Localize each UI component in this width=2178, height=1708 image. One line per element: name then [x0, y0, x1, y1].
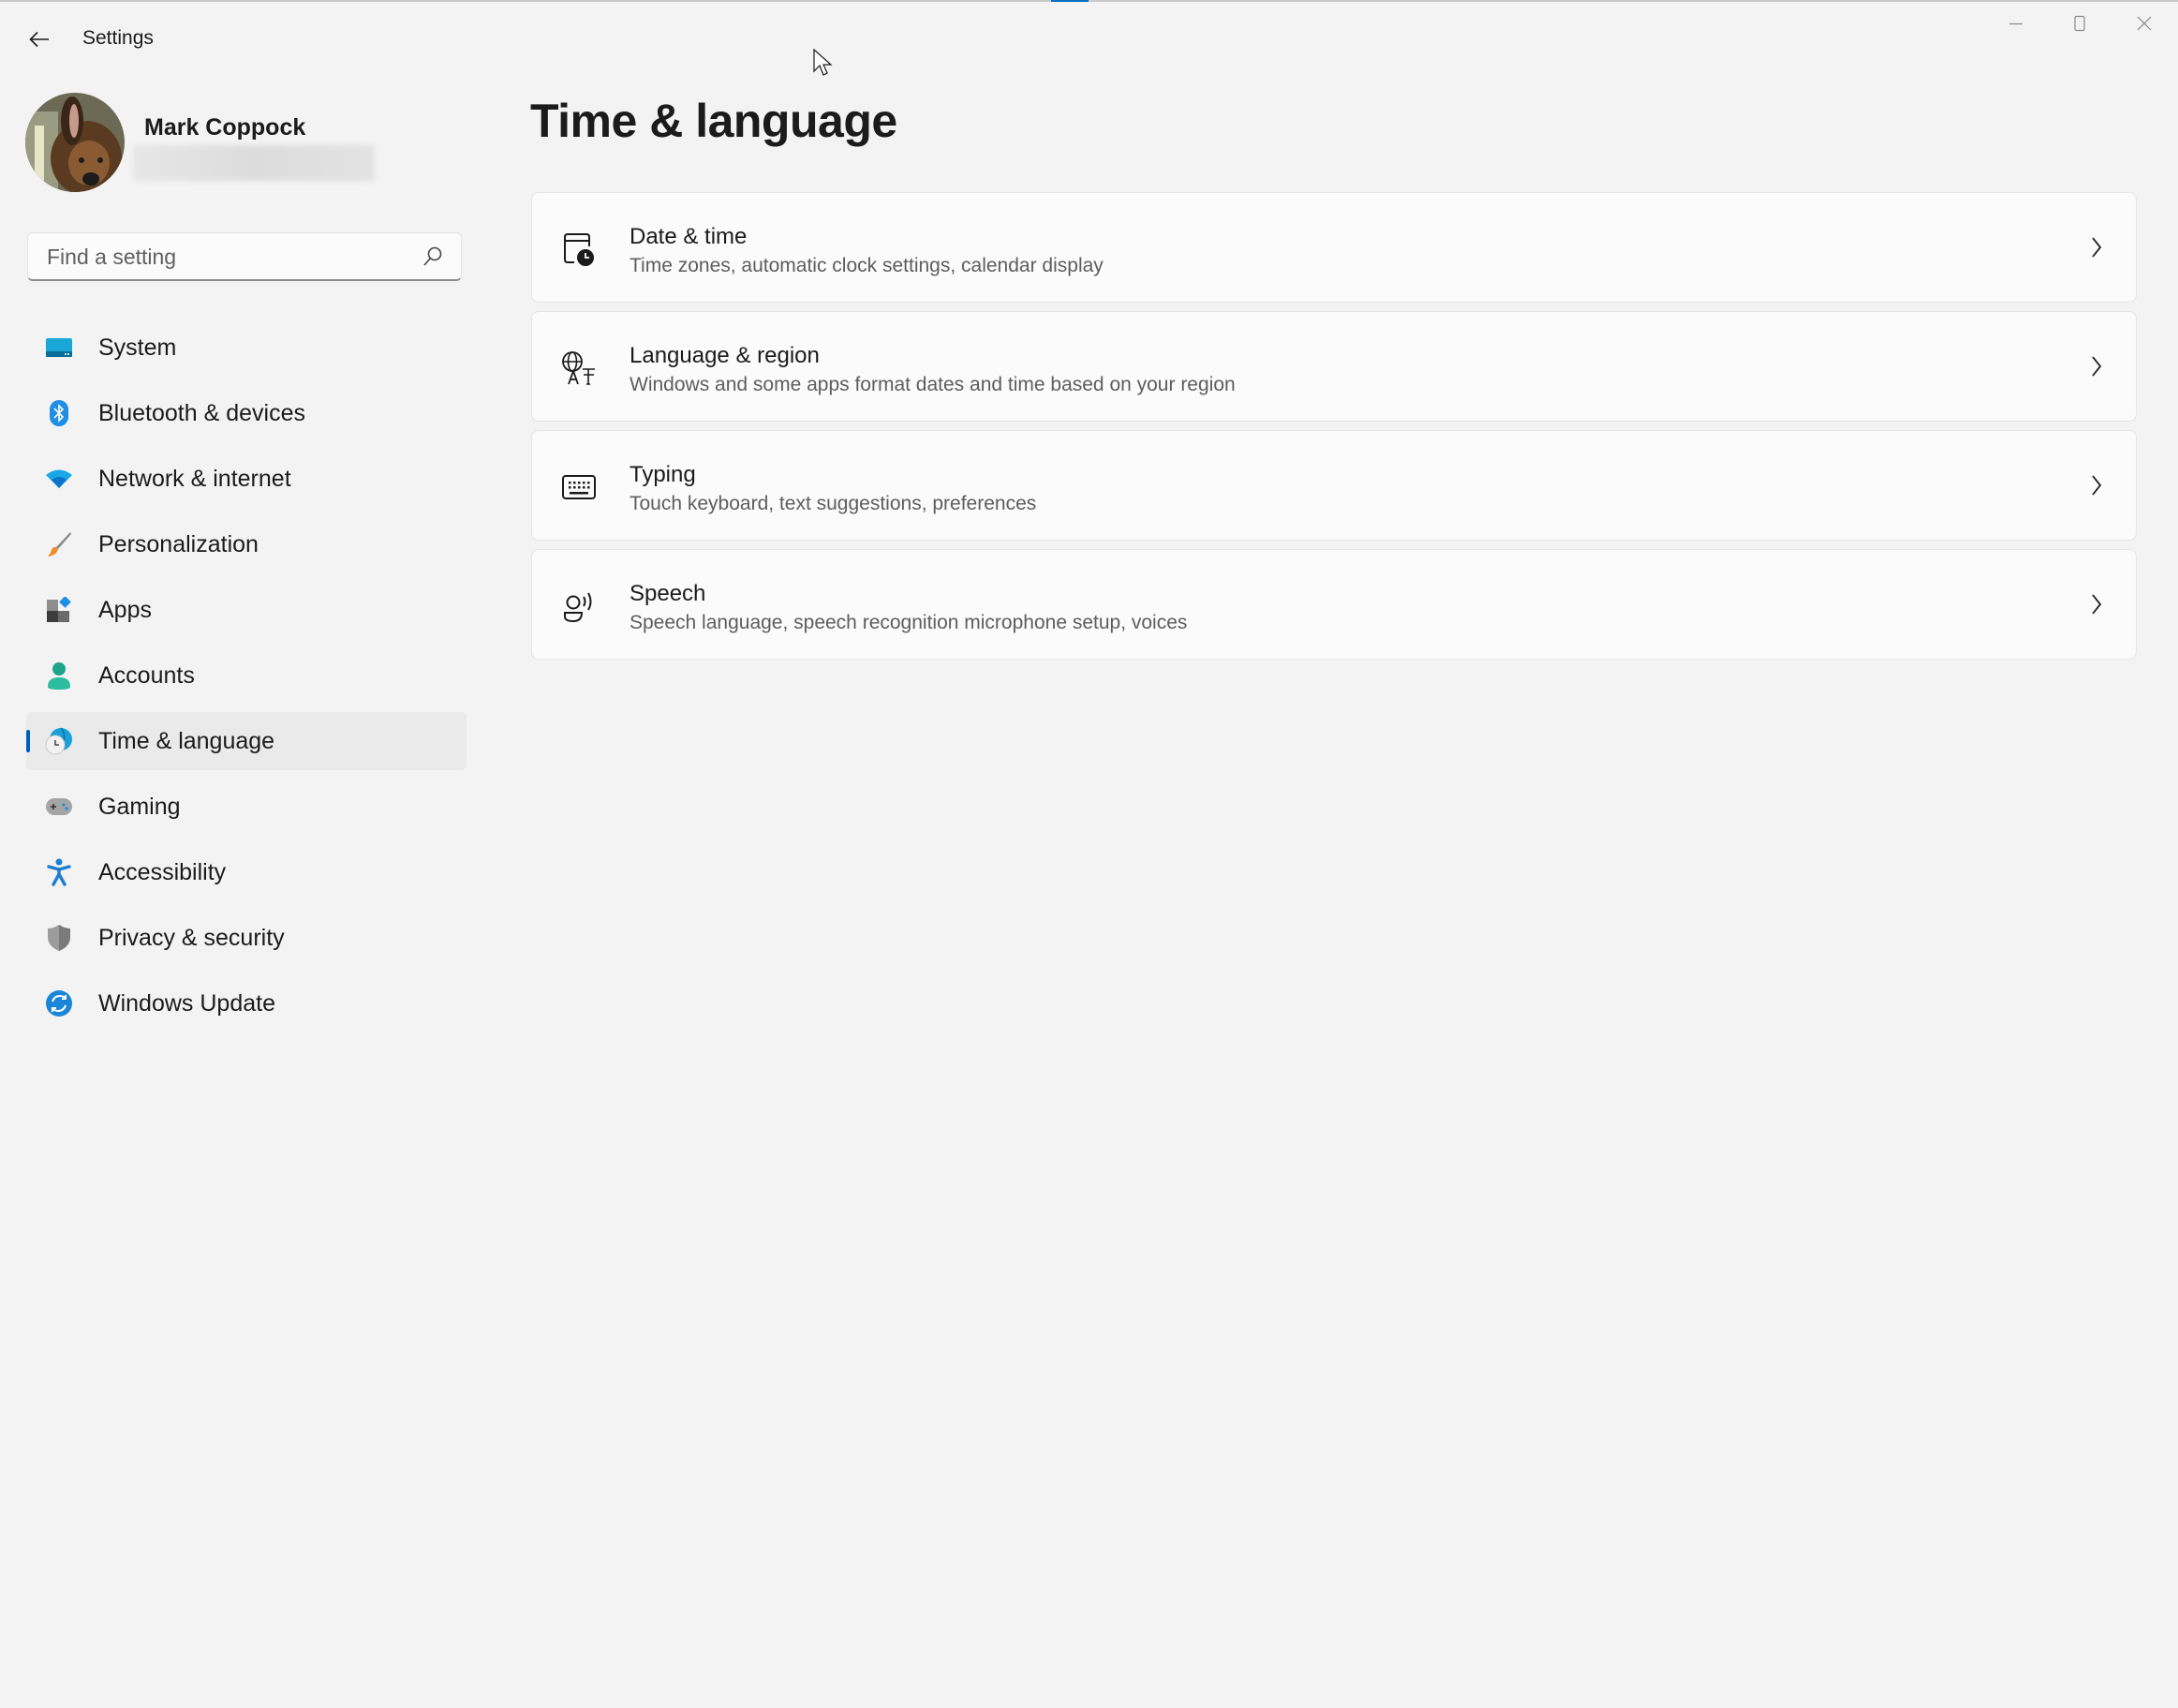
chevron-right-icon [2092, 237, 2102, 258]
card-speech[interactable]: Speech Speech language, speech recogniti… [531, 549, 2137, 660]
system-monitor-icon [45, 334, 73, 362]
person-icon [45, 661, 73, 690]
avatar-photo [25, 93, 125, 192]
sidebar-item-time-language[interactable]: Time & language [26, 712, 467, 770]
avatar[interactable] [25, 93, 125, 192]
sidebar-item-label: Accounts [98, 661, 195, 689]
apps-icon [45, 596, 73, 624]
card-title: Date & time [630, 224, 748, 249]
profile-email-redacted [133, 145, 375, 181]
selected-indicator [26, 730, 30, 752]
sidebar-item-label: Gaming [98, 793, 181, 820]
sidebar-item-windows-update[interactable]: Windows Update [26, 974, 467, 1032]
accessibility-icon [45, 858, 73, 886]
search-icon[interactable] [422, 245, 444, 268]
close-icon [2137, 16, 2152, 31]
language-icon [560, 349, 598, 387]
speech-icon [560, 587, 598, 625]
minimize-button[interactable] [1984, 4, 2048, 43]
update-icon [45, 989, 73, 1017]
page-title: Time & language [530, 95, 897, 147]
back-button[interactable] [21, 21, 58, 58]
card-date-time[interactable]: Date & time Time zones, automatic clock … [531, 192, 2137, 303]
search-input[interactable] [45, 233, 423, 280]
gamepad-icon [45, 793, 73, 821]
card-description: Speech language, speech recognition micr… [630, 612, 1188, 633]
sidebar-item-label: Personalization [98, 530, 259, 557]
sidebar-item-bluetooth[interactable]: Bluetooth & devices [26, 384, 467, 442]
card-description: Windows and some apps format dates and t… [630, 374, 1236, 395]
sidebar-item-label: Network & internet [98, 465, 291, 492]
sidebar-item-personalization[interactable]: Personalization [26, 515, 467, 573]
chevron-right-icon [2092, 475, 2102, 496]
sidebar-item-apps[interactable]: Apps [26, 581, 467, 639]
minimize-icon [2009, 22, 2022, 25]
bluetooth-icon [45, 399, 73, 427]
sidebar-item-label: Apps [98, 596, 152, 623]
profile-name: Mark Coppock [144, 114, 306, 141]
sidebar-item-accessibility[interactable]: Accessibility [26, 843, 467, 901]
card-description: Touch keyboard, text suggestions, prefer… [630, 493, 1037, 514]
sidebar-item-system[interactable]: System [26, 319, 467, 377]
maximize-button[interactable] [2048, 4, 2111, 43]
close-button[interactable] [2112, 4, 2176, 43]
search-box[interactable] [27, 232, 462, 281]
globe-clock-icon [45, 727, 73, 755]
app-title: Settings [82, 27, 154, 49]
mouse-cursor-icon [813, 49, 833, 76]
window-border [0, 0, 2178, 2]
card-language-region[interactable]: Language & region Windows and some apps … [531, 311, 2137, 422]
card-description: Time zones, automatic clock settings, ca… [630, 255, 1104, 276]
card-typing[interactable]: Typing Touch keyboard, text suggestions,… [531, 430, 2137, 541]
sidebar-item-label: Accessibility [98, 858, 227, 885]
sidebar-item-label: System [98, 334, 177, 361]
maximize-icon [2074, 15, 2085, 32]
chevron-right-icon [2092, 356, 2102, 377]
sidebar-item-label: Windows Update [98, 989, 275, 1017]
sidebar-item-privacy[interactable]: Privacy & security [26, 909, 467, 967]
shield-icon [45, 924, 73, 952]
paintbrush-icon [45, 530, 73, 558]
calendar-clock-icon [560, 230, 598, 268]
sidebar-item-label: Bluetooth & devices [98, 399, 305, 426]
sidebar-item-gaming[interactable]: Gaming [26, 778, 467, 836]
sidebar-nav: System Bluetooth & devices Network & int… [26, 319, 467, 1040]
sidebar-item-label: Time & language [98, 727, 275, 754]
card-title: Language & region [630, 343, 820, 368]
keyboard-icon [560, 468, 598, 506]
settings-cards: Date & time Time zones, automatic clock … [531, 192, 2137, 668]
card-title: Speech [630, 581, 706, 606]
sidebar-item-label: Privacy & security [98, 924, 285, 951]
sidebar-item-accounts[interactable]: Accounts [26, 646, 467, 705]
card-title: Typing [630, 462, 696, 487]
window-accent-line [1051, 0, 1089, 2]
back-arrow-icon [29, 31, 49, 48]
chevron-right-icon [2092, 594, 2102, 615]
wifi-icon [45, 465, 73, 493]
sidebar-item-network[interactable]: Network & internet [26, 450, 467, 508]
